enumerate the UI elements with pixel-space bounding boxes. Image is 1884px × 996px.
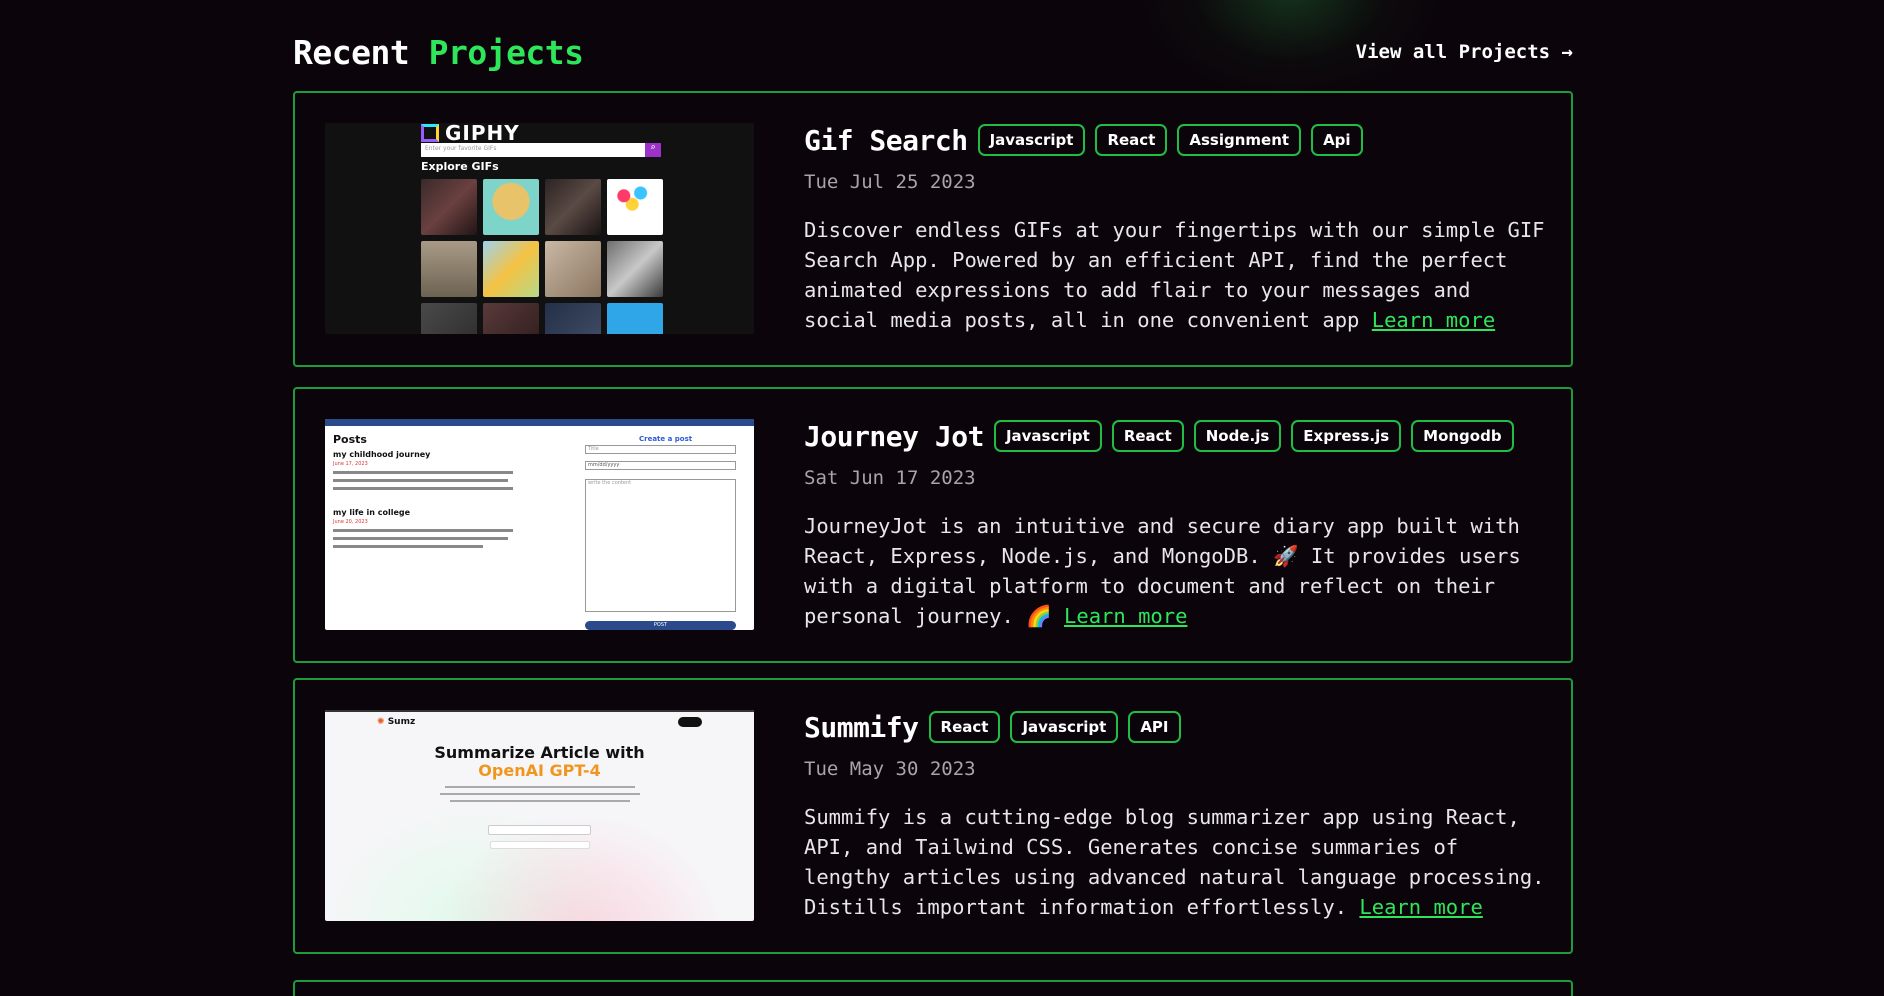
project-date: Tue Jul 25 2023 — [804, 171, 976, 193]
tag-mongodb: Mongodb — [1411, 420, 1514, 452]
project-card-summify[interactable]: ✺ Sumz Summarize Article with OpenAI GPT… — [293, 678, 1573, 954]
learn-more-link[interactable]: Learn more — [1372, 308, 1495, 332]
project-thumbnail[interactable]: Posts my childhood journey June 17, 2023… — [325, 419, 754, 630]
learn-more-link[interactable]: Learn more — [1064, 604, 1187, 628]
tag-react: React — [1095, 124, 1168, 156]
summify-subtext-line — [445, 786, 635, 788]
giphy-screenshot: GIPHY Enter your favorite GIFs ⌕ Explore… — [325, 123, 754, 334]
giphy-logo-text: GIPHY — [445, 123, 520, 145]
gif-tile — [545, 241, 601, 297]
post-text-line — [333, 537, 508, 540]
sumz-logo-icon: ✺ — [377, 717, 385, 727]
section-title-accent: Projects — [428, 32, 584, 72]
project-card-gif-search[interactable]: GIPHY Enter your favorite GIFs ⌕ Explore… — [293, 91, 1573, 367]
project-info: Summify React Javascript API Tue May 30 … — [804, 710, 1554, 922]
gif-tile — [421, 303, 477, 334]
giphy-heading: Explore GIFs — [421, 160, 499, 173]
project-description: Discover endless GIFs at your fingertips… — [804, 215, 1554, 335]
gif-grid — [421, 179, 663, 334]
tag-react: React — [928, 711, 1001, 743]
post-button: POST — [585, 621, 736, 630]
summify-screenshot: ✺ Sumz Summarize Article with OpenAI GPT… — [325, 710, 754, 921]
summify-url-input — [488, 825, 591, 835]
project-date: Sat Jun 17 2023 — [804, 467, 976, 489]
view-all-projects-link[interactable]: View all Projects → — [1356, 41, 1573, 63]
giphy-logo-icon — [421, 124, 439, 142]
summify-headline: Summarize Article with — [434, 743, 645, 762]
title-row: Summify React Javascript API — [804, 710, 1554, 744]
journeyjot-navbar — [325, 419, 754, 426]
tag-react: React — [1111, 420, 1184, 452]
search-icon: ⌕ — [645, 143, 661, 157]
summify-history-link — [490, 841, 590, 849]
tag-javascript: Javascript — [1010, 711, 1119, 743]
gif-tile — [545, 179, 601, 235]
section-title: Recent Projects — [293, 33, 584, 72]
project-thumbnail[interactable]: GIPHY Enter your favorite GIFs ⌕ Explore… — [325, 123, 754, 334]
section-header: Recent Projects View all Projects → — [293, 30, 1573, 74]
content-field: write the content — [585, 479, 736, 612]
post-title: my life in college — [333, 508, 411, 517]
tag-assignment: Assignment — [1177, 124, 1302, 156]
summify-brand: ✺ Sumz — [377, 717, 415, 727]
post-date: June 20, 2023 — [333, 519, 368, 525]
post-text-line — [333, 471, 513, 474]
project-info: Gif Search Javascript React Assignment A… — [804, 123, 1554, 335]
summify-top-bar — [325, 710, 754, 712]
project-date: Tue May 30 2023 — [804, 758, 976, 780]
post-text-line — [333, 487, 513, 490]
post-text-line — [333, 545, 483, 548]
tag-api: Api — [1311, 124, 1363, 156]
learn-more-link[interactable]: Learn more — [1359, 895, 1482, 919]
tag-javascript: Javascript — [977, 124, 1086, 156]
project-title[interactable]: Summify — [804, 711, 919, 744]
project-card-next[interactable] — [293, 980, 1573, 996]
title-field: Title — [585, 445, 736, 454]
project-title[interactable]: Gif Search — [804, 124, 968, 157]
giphy-search-placeholder: Enter your favorite GIFs — [425, 145, 497, 152]
gif-tile — [483, 303, 539, 334]
summify-subtext-line — [450, 800, 630, 802]
project-thumbnail[interactable]: ✺ Sumz Summarize Article with OpenAI GPT… — [325, 710, 754, 921]
tag-expressjs: Express.js — [1291, 420, 1402, 452]
gif-tile — [607, 179, 663, 235]
summify-headline-accent: OpenAI GPT-4 — [478, 761, 601, 780]
tag-api: API — [1128, 711, 1181, 743]
gif-tile — [607, 303, 663, 334]
gif-tile — [421, 241, 477, 297]
date-field: mm/dd/yyyy — [585, 461, 736, 470]
giphy-logo: GIPHY — [421, 123, 520, 145]
posts-heading: Posts — [333, 433, 367, 446]
tag-nodejs: Node.js — [1193, 420, 1282, 452]
gif-tile — [483, 179, 539, 235]
post-text-line — [333, 479, 508, 482]
tag-javascript: Javascript — [993, 420, 1102, 452]
project-description: Summify is a cutting-edge blog summarize… — [804, 802, 1554, 922]
title-row: Gif Search Javascript React Assignment A… — [804, 123, 1554, 157]
gif-tile — [545, 303, 601, 334]
create-post-label: Create a post — [639, 435, 693, 443]
project-description: JourneyJot is an intuitive and secure di… — [804, 511, 1554, 631]
summify-subtext-line — [440, 793, 640, 795]
title-row: Journey Jot Javascript React Node.js Exp… — [804, 419, 1554, 453]
section-title-main: Recent — [293, 32, 410, 72]
journeyjot-screenshot: Posts my childhood journey June 17, 2023… — [325, 419, 754, 630]
project-card-journey-jot[interactable]: Posts my childhood journey June 17, 2023… — [293, 387, 1573, 663]
gif-tile — [483, 241, 539, 297]
gif-tile — [421, 179, 477, 235]
post-text-line — [333, 529, 513, 532]
github-button — [678, 717, 702, 727]
gif-tile — [607, 241, 663, 297]
project-title[interactable]: Journey Jot — [804, 420, 984, 453]
post-date: June 17, 2023 — [333, 461, 368, 467]
post-title: my childhood journey — [333, 450, 431, 459]
project-info: Journey Jot Javascript React Node.js Exp… — [804, 419, 1554, 631]
summify-brand-text: Sumz — [387, 717, 416, 727]
